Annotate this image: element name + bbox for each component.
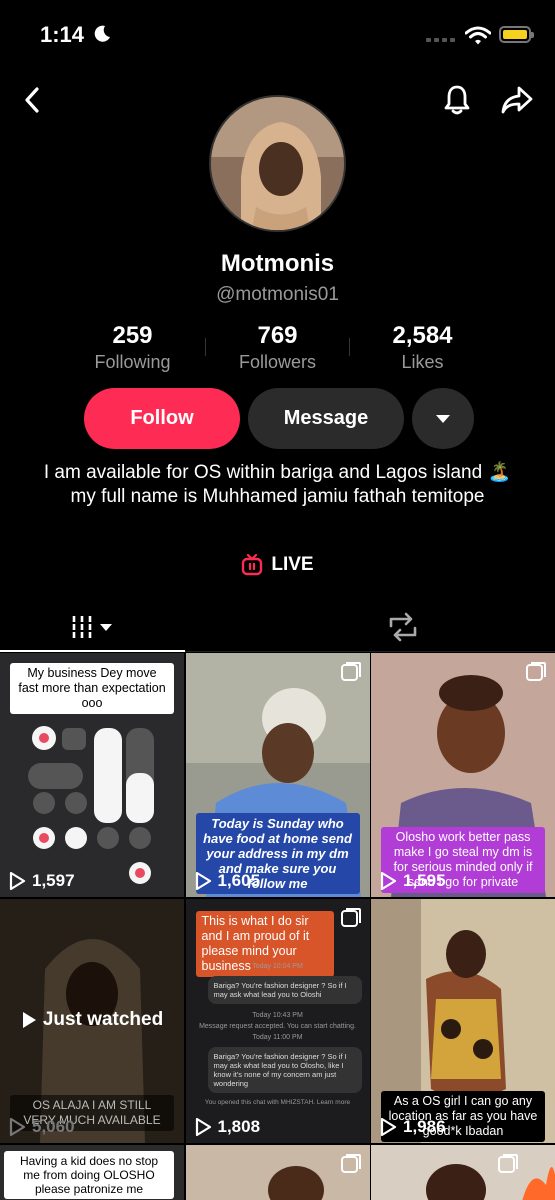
chat-timestamp: Today 10:04 PM bbox=[252, 963, 303, 970]
chat-timestamp: Today 10:43 PM bbox=[252, 1012, 303, 1019]
stat-label: Followers bbox=[238, 352, 317, 372]
signal-icon bbox=[426, 38, 455, 42]
multi-photo-icon bbox=[526, 662, 546, 681]
view-count-value: 5,060 bbox=[32, 1117, 75, 1136]
chat-request-accepted: Message request accepted. You can start … bbox=[199, 1023, 356, 1030]
play-icon bbox=[22, 1012, 36, 1028]
status-time: 1:14 bbox=[40, 22, 85, 47]
view-count: 5,060 bbox=[8, 1117, 75, 1137]
wifi-icon bbox=[465, 26, 491, 45]
video-thumbnail[interactable]: My business Dey move fast more than expe… bbox=[0, 653, 184, 897]
just-watched-overlay: Just watched bbox=[0, 1009, 184, 1031]
chevron-left-icon bbox=[25, 87, 39, 113]
avatar-image bbox=[211, 97, 344, 230]
video-thumbnail[interactable]: Having a kid does no stop me from doing … bbox=[0, 1145, 184, 1200]
stat-value: 769 bbox=[257, 322, 298, 349]
battery-icon bbox=[499, 26, 534, 43]
back-button[interactable] bbox=[14, 82, 50, 118]
stat-value: 259 bbox=[112, 322, 153, 349]
video-thumbnail[interactable]: Just watched OS ALAJA I AM STILL VERY MU… bbox=[0, 899, 184, 1143]
stat-divider bbox=[205, 338, 206, 356]
username-handle: @motmonis01 bbox=[216, 284, 339, 305]
chat-timestamp: Today 11:00 PM bbox=[252, 1034, 303, 1041]
live-label: LIVE bbox=[271, 554, 314, 575]
chat-message: Bariga? You're fashion designer ? So if … bbox=[207, 976, 362, 1004]
play-outline-icon bbox=[380, 871, 397, 891]
video-thumbnail[interactable] bbox=[185, 1145, 370, 1200]
video-grid: My business Dey move fast more than expe… bbox=[0, 653, 555, 1200]
stat-likes[interactable]: 2,584 Likes bbox=[350, 322, 495, 373]
tab-videos[interactable] bbox=[0, 602, 185, 652]
view-count: 1,986 bbox=[379, 1117, 446, 1137]
status-bar: 1:14 bbox=[0, 0, 555, 70]
multi-photo-icon bbox=[340, 1154, 361, 1173]
video-thumbnail[interactable] bbox=[371, 1145, 555, 1200]
chat-message: Bariga? You're fashion designer ? So if … bbox=[207, 1047, 362, 1093]
play-outline-icon bbox=[195, 1117, 211, 1137]
tab-reposts[interactable] bbox=[310, 602, 495, 652]
repost-icon bbox=[389, 612, 416, 642]
play-outline-icon bbox=[380, 1117, 397, 1137]
message-button[interactable]: Message bbox=[248, 388, 404, 449]
view-count-value: 1,597 bbox=[32, 871, 75, 890]
live-tv-icon bbox=[242, 554, 263, 576]
play-outline-icon bbox=[195, 871, 211, 891]
view-count: 1,597 bbox=[8, 871, 75, 891]
follow-button[interactable]: Follow bbox=[84, 388, 240, 449]
play-outline-icon bbox=[9, 871, 26, 891]
stat-value: 2,584 bbox=[392, 322, 453, 349]
chat-footer: You opened this chat with MHIZSTAH. Lear… bbox=[204, 1099, 351, 1106]
stat-following[interactable]: 259 Following bbox=[60, 322, 205, 373]
stat-label: Following bbox=[94, 352, 171, 372]
share-arrow-icon bbox=[501, 86, 533, 114]
profile-actions: Follow Message bbox=[84, 388, 474, 449]
more-options-button[interactable] bbox=[412, 388, 474, 449]
video-thumbnail[interactable]: Today is Sunday who have food at home se… bbox=[185, 653, 370, 897]
view-count-value: 1,595 bbox=[403, 871, 446, 890]
video-thumbnail[interactable]: As a OS girl I can go any location as fa… bbox=[371, 899, 555, 1143]
caret-down-icon bbox=[436, 414, 450, 423]
multi-photo-icon bbox=[340, 908, 361, 927]
content-tabs bbox=[0, 602, 555, 652]
play-outline-icon bbox=[9, 1117, 26, 1137]
view-count: 1,605 bbox=[194, 871, 261, 891]
stat-label: Likes bbox=[401, 352, 444, 372]
display-name: Motmonis bbox=[220, 250, 335, 277]
moon-icon bbox=[94, 25, 110, 42]
view-count-value: 1,605 bbox=[217, 871, 261, 890]
live-link[interactable]: LIVE bbox=[0, 554, 555, 576]
video-caption: My business Dey move fast more than expe… bbox=[10, 663, 174, 714]
video-thumbnail[interactable]: Olosho work better pass make I go steal … bbox=[371, 653, 555, 897]
share-button[interactable] bbox=[497, 80, 537, 120]
view-count-value: 1,808 bbox=[217, 1117, 261, 1136]
profile-stats: 259 Following 769 Followers 2,584 Likes bbox=[60, 322, 495, 373]
view-count-value: 1,986 bbox=[403, 1117, 446, 1136]
view-count: 1,595 bbox=[379, 871, 446, 891]
notification-button[interactable] bbox=[437, 80, 477, 120]
avatar[interactable] bbox=[209, 95, 346, 232]
stat-followers[interactable]: 769 Followers bbox=[205, 322, 350, 373]
video-thumbnail-image bbox=[371, 1145, 555, 1200]
video-thumbnail[interactable]: This is what I do sir and I am proud of … bbox=[185, 899, 370, 1143]
view-count: 1,808 bbox=[194, 1117, 261, 1137]
multi-photo-icon bbox=[498, 1154, 518, 1173]
profile-bio: I am available for OS within bariga and … bbox=[43, 462, 512, 507]
bell-icon bbox=[444, 85, 470, 115]
grid-icon bbox=[72, 616, 112, 638]
active-tab-indicator bbox=[0, 650, 185, 652]
video-caption: Having a kid does no stop me from doing … bbox=[4, 1151, 174, 1199]
multi-photo-icon bbox=[340, 662, 361, 681]
chat-screenshot: Today 10:04 PM Bariga? You're fashion de… bbox=[194, 963, 362, 1106]
just-watched-label: Just watched bbox=[42, 1009, 164, 1030]
